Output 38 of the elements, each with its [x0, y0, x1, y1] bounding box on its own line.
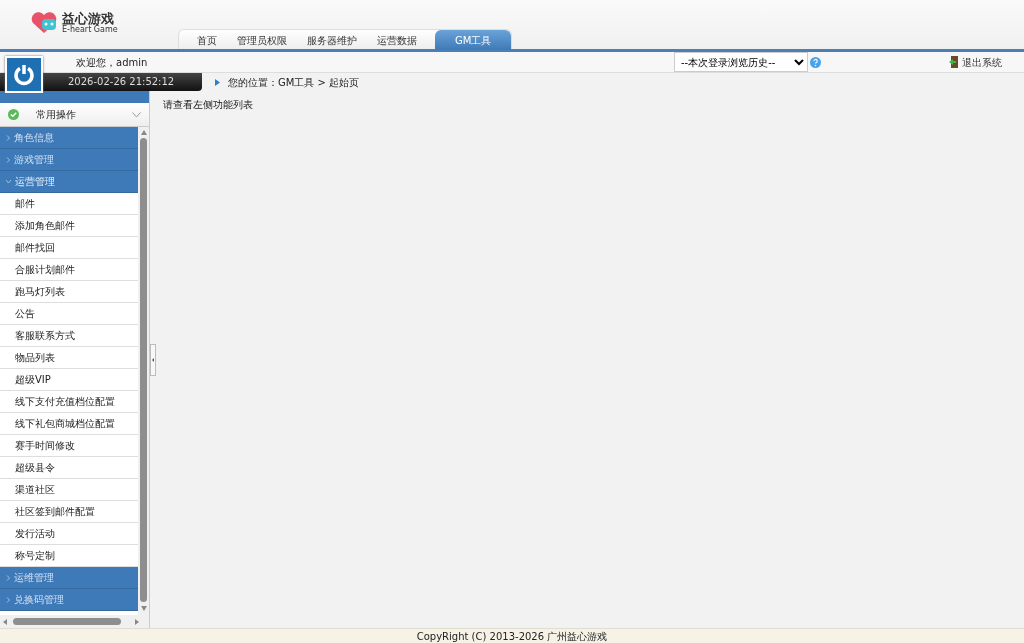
menu-group[interactable]: 运维管理	[0, 567, 138, 589]
content-text: 请查看左侧功能列表	[163, 99, 253, 110]
check-icon	[8, 109, 19, 120]
power-icon[interactable]	[5, 56, 43, 93]
chevron-icon[interactable]	[132, 111, 141, 118]
horizontal-scrollbar[interactable]	[0, 615, 149, 628]
chevron-right-icon	[6, 156, 10, 163]
scroll-thumb[interactable]	[140, 138, 147, 602]
menu-group[interactable]: 兑换码管理	[0, 589, 138, 611]
arrow-icon	[215, 78, 220, 86]
nav-tab[interactable]: 运营数据	[367, 30, 427, 50]
help-icon[interactable]	[810, 56, 821, 68]
collapse-handle-icon[interactable]	[150, 343, 156, 376]
chevron-right-icon	[6, 574, 10, 581]
chevron-down-icon	[6, 179, 11, 184]
nav-tab[interactable]: 首页	[187, 30, 227, 50]
menu-group[interactable]: 角色信息	[0, 127, 138, 149]
door-icon	[949, 56, 959, 68]
logout-link[interactable]: 退出系统	[949, 54, 1002, 70]
nav-tab[interactable]: 管理员权限	[227, 30, 297, 50]
menu-group[interactable]: 运营管理	[0, 171, 138, 193]
menu-group[interactable]: 游戏管理	[0, 149, 138, 171]
chevron-right-icon	[6, 134, 10, 141]
nav-tab[interactable]: 服务器维护	[297, 30, 367, 50]
chevron-right-icon	[6, 596, 10, 603]
logo-title: 益心游戏	[62, 11, 114, 25]
scroll-left-icon[interactable]	[3, 618, 7, 625]
history-select[interactable]: --本次登录浏览历史--	[674, 52, 808, 72]
sidebar-title: 常用操作	[36, 108, 76, 122]
scroll-thumb[interactable]	[13, 618, 121, 625]
logo-subtitle: E-heart Game	[62, 24, 118, 35]
copyright-text: CopyRight (C) 2013-2026 广州益心游戏	[416, 631, 608, 642]
scroll-up-icon[interactable]	[140, 130, 147, 135]
breadcrumb-text: 您的位置：GM工具 > 起始页	[228, 75, 360, 90]
welcome-text: 欢迎您，admin	[76, 55, 148, 70]
scroll-down-icon[interactable]	[140, 606, 147, 611]
scroll-right-icon[interactable]	[135, 618, 139, 625]
vertical-scrollbar[interactable]	[138, 127, 149, 615]
